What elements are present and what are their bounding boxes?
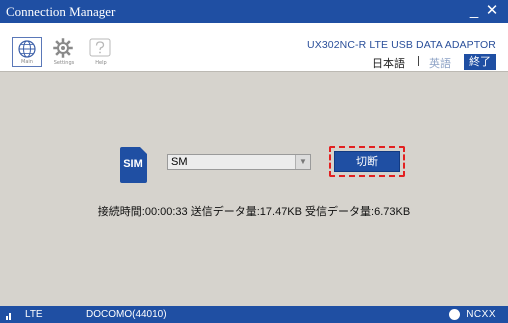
settings-tool-button[interactable]: Settings (49, 37, 79, 67)
brand-logo: NCXX (436, 308, 496, 321)
product-name: UX302NC-R LTE USB DATA ADAPTOR (307, 39, 496, 51)
close-button[interactable]: ✕ (484, 2, 500, 20)
exit-button[interactable]: 終了 (464, 54, 496, 70)
chevron-down-icon[interactable]: ▼ (295, 155, 310, 169)
carrier-name: DOCOMO(44010) (86, 309, 167, 320)
language-bar: 日本語 英語 終了 (366, 54, 496, 70)
brand-logo-icon (449, 309, 460, 320)
help-tool-button[interactable]: Help (86, 37, 116, 67)
language-japanese-link[interactable]: 日本語 (372, 55, 405, 71)
title-bar: Connection Manager _ ✕ (0, 0, 508, 23)
window-title: Connection Manager (6, 4, 116, 19)
language-english-link[interactable]: 英語 (429, 55, 451, 71)
settings-tool-label: Settings (53, 60, 75, 66)
sim-select[interactable]: SM ▼ (167, 154, 311, 170)
disconnect-button[interactable]: 切断 (334, 151, 400, 172)
signal-strength-icon (6, 311, 14, 320)
help-tool-label: Help (95, 60, 107, 66)
toolbar-divider (0, 71, 508, 72)
main-tool-label: Main (21, 59, 33, 65)
network-type: LTE (25, 309, 43, 320)
language-separator (418, 56, 419, 66)
main-tool-button[interactable]: Main (12, 37, 42, 67)
sim-card-icon: SIM (120, 147, 148, 183)
minimize-button[interactable]: _ (466, 2, 482, 20)
sim-select-value: SM (171, 156, 188, 168)
brand-logo-text: NCXX (466, 309, 496, 320)
connection-stats: 接続時間:00:00:33 送信データ量:17.47KB 受信データ量:6.73… (97, 206, 411, 218)
sim-label: SIM (123, 158, 143, 170)
status-bar: LTE DOCOMO(44010) NCXX (0, 306, 508, 323)
toolbar: Main Settings Help UX302NC-R LTE USB DAT… (0, 23, 508, 71)
